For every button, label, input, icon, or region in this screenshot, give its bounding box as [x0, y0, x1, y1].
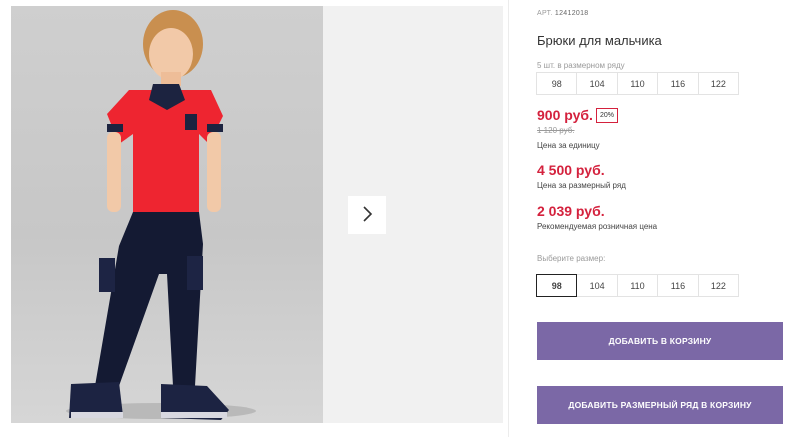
size-selector: 98 104 110 116 122 [536, 274, 739, 297]
unit-price: 900 руб. [537, 107, 593, 123]
column-divider [508, 0, 509, 437]
size-option-110[interactable]: 110 [618, 275, 659, 296]
choose-size-label: Выберите размер: [537, 254, 606, 263]
size-option-104[interactable]: 104 [577, 275, 618, 296]
rrp-price: 2 039 руб. [537, 203, 605, 219]
discount-badge: 20% [596, 108, 619, 123]
size-row-cell: 98 [537, 73, 578, 94]
size-option-122[interactable]: 122 [699, 275, 738, 296]
product-photo-image [66, 10, 256, 420]
add-to-cart-button[interactable]: ДОБАВИТЬ В КОРЗИНУ [537, 322, 783, 360]
size-option-116[interactable]: 116 [658, 275, 699, 296]
size-option-98[interactable]: 98 [536, 274, 578, 297]
size-row-cell: 104 [577, 73, 618, 94]
pack-price-label: Цена за размерный ряд [537, 181, 626, 190]
rrp-price-label: Рекомендуемая розничная цена [537, 222, 658, 231]
article-value: 12412018 [554, 10, 589, 17]
size-row-table: 98 104 110 116 122 [536, 72, 739, 95]
old-price: 1 120 руб. [537, 126, 575, 135]
article-number: АРТ. 12412018 [537, 10, 588, 17]
article-label: АРТ. [537, 10, 553, 17]
chevron-right-icon [361, 205, 373, 225]
pack-price: 4 500 руб. [537, 162, 605, 178]
add-pack-to-cart-button[interactable]: ДОБАВИТЬ РАЗМЕРНЫЙ РЯД В КОРЗИНУ [537, 386, 783, 424]
unit-price-label: Цена за единицу [537, 141, 600, 150]
size-row-cell: 110 [618, 73, 659, 94]
pack-note: 5 шт. в размерном ряду [537, 61, 625, 70]
product-gallery [11, 6, 503, 423]
size-row-cell: 122 [710, 78, 726, 89]
gallery-next-button[interactable] [348, 196, 386, 234]
product-photo [11, 6, 323, 423]
product-title: Брюки для мальчика [537, 33, 662, 48]
size-row-cell: 116 [658, 73, 699, 94]
